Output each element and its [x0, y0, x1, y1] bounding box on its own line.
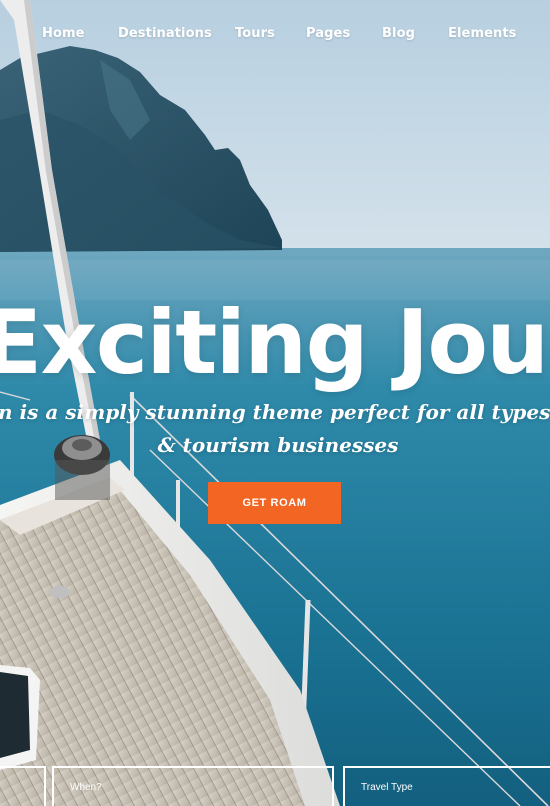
nav-item-home[interactable]: Home [42, 26, 85, 41]
nav-item-blog[interactable]: Blog [382, 26, 415, 41]
get-roam-button[interactable]: GET ROAM [208, 482, 341, 524]
nav-item-tours[interactable]: Tours [235, 26, 275, 41]
search-field-when[interactable]: When? [52, 766, 334, 806]
main-navigation: Home Destinations Tours Pages Blog Eleme… [0, 22, 550, 48]
hero-subtitle-line-1: n is a simply stunning theme perfect for… [0, 400, 550, 424]
hero-subtitle-line-2: & tourism businesses [157, 433, 399, 457]
nav-item-destinations[interactable]: Destinations [118, 26, 212, 41]
search-field-travel-type[interactable]: Travel Type [343, 766, 550, 806]
hero-subtitle: n is a simply stunning theme perfect for… [0, 396, 550, 462]
travel-type-label: Travel Type [361, 782, 413, 793]
nav-item-pages[interactable]: Pages [306, 26, 350, 41]
nav-item-elements[interactable]: Elements [448, 26, 517, 41]
hero-page: Home Destinations Tours Pages Blog Eleme… [0, 0, 550, 806]
hero-title: Exciting Jour [0, 291, 550, 394]
when-label: When? [70, 782, 102, 793]
search-field-destination[interactable] [0, 766, 46, 806]
